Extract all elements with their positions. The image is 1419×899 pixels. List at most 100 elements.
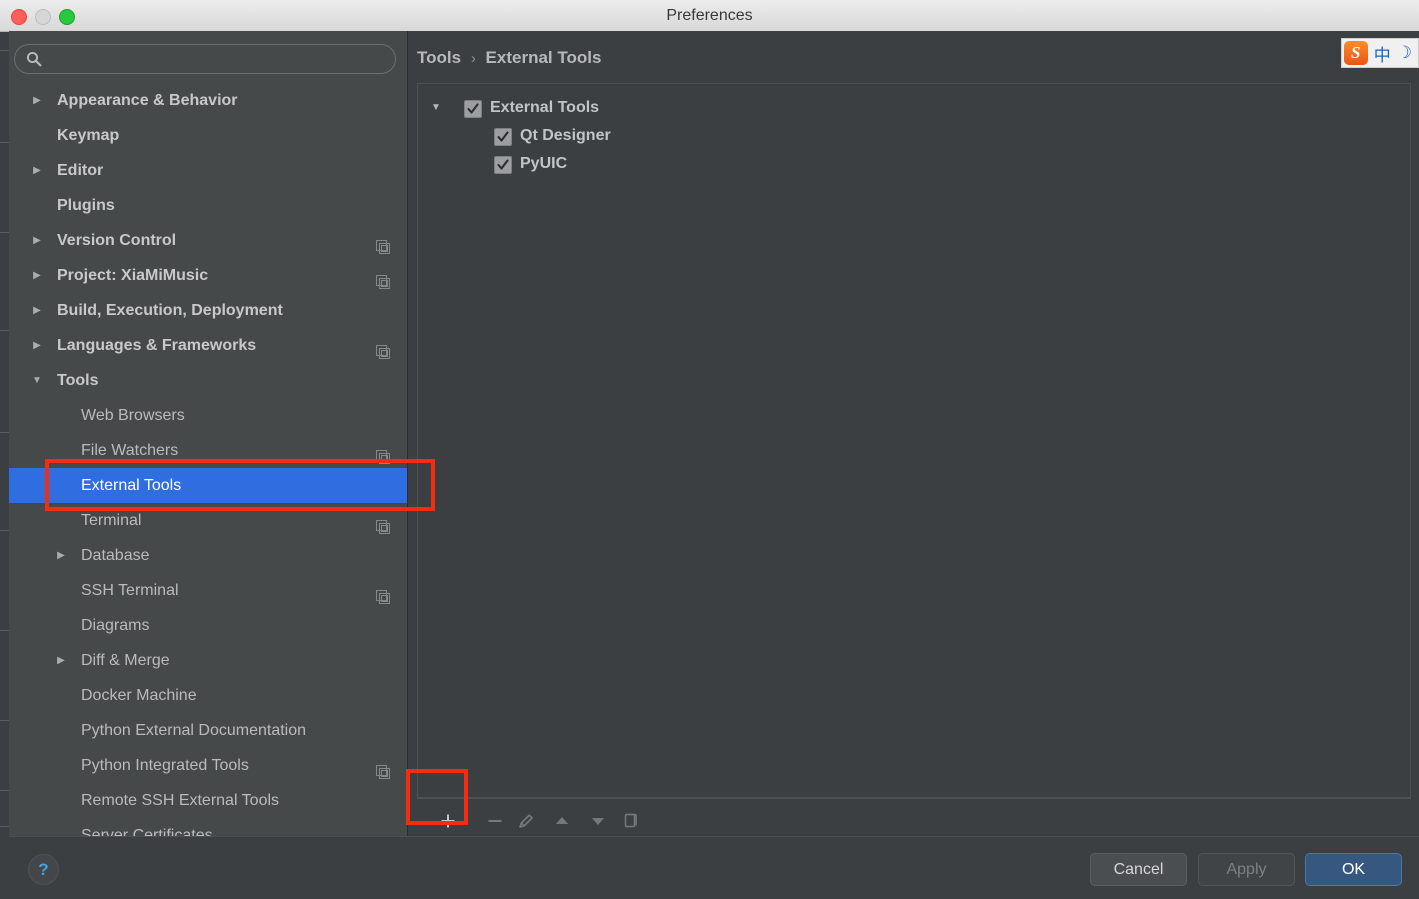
sidebar-item-label: Remote SSH External Tools — [81, 792, 280, 809]
sidebar-item-database[interactable]: ▶ Database — [9, 538, 407, 573]
sidebar-item-editor[interactable]: ▶ Editor — [9, 153, 407, 188]
sidebar-item-label: Server Certificates — [81, 827, 213, 836]
dialog-footer: ? Cancel Apply OK — [9, 837, 1419, 899]
search-input[interactable] — [50, 44, 390, 76]
minus-icon — [486, 812, 504, 835]
chevron-down-icon[interactable]: ▼ — [29, 363, 45, 398]
sidebar-item-appearance-behavior[interactable]: ▶ Appearance & Behavior — [9, 83, 407, 118]
sidebar-item-terminal[interactable]: Terminal — [9, 503, 407, 538]
project-scope-copy-icon — [376, 233, 391, 254]
chevron-right-icon[interactable]: ▶ — [29, 83, 45, 118]
project-scope-copy-icon — [376, 443, 391, 464]
sidebar-item-build-execution-deployment[interactable]: ▶ Build, Execution, Deployment — [9, 293, 407, 328]
tree-row-label: Qt Designer — [520, 127, 611, 144]
apply-button[interactable]: Apply — [1198, 853, 1295, 886]
sidebar-item-keymap[interactable]: Keymap — [9, 118, 407, 153]
background-window-line — [0, 232, 9, 233]
project-scope-copy-icon — [376, 583, 391, 604]
preferences-dialog: Preferences ▶ Appearance & Behavior Keymap… — [0, 0, 1419, 899]
background-window-line — [0, 630, 9, 631]
project-scope-copy-icon — [376, 268, 391, 289]
background-window-line — [0, 530, 9, 531]
settings-content: Tools › External Tools ▼ External Tools Qt… — [407, 31, 1419, 836]
arrow-down-icon — [589, 812, 607, 835]
add-button[interactable] — [433, 808, 463, 838]
sidebar-item-plugins[interactable]: Plugins — [9, 188, 407, 223]
search-container — [14, 44, 396, 76]
tree-row[interactable]: PyUIC — [418, 150, 1410, 178]
sidebar-item-label: Diff & Merge — [81, 652, 170, 669]
sidebar-item-label: File Watchers — [81, 442, 179, 459]
chevron-down-icon[interactable]: ▼ — [428, 94, 444, 122]
sidebar-item-languages-frameworks[interactable]: ▶ Languages & Frameworks — [9, 328, 407, 363]
breadcrumb-separator-icon: › — [470, 50, 476, 67]
breadcrumb-current: External Tools — [485, 48, 602, 67]
sidebar-item-label: Plugins — [57, 197, 115, 214]
plus-icon — [439, 812, 457, 835]
sidebar-item-label: Python Integrated Tools — [81, 757, 249, 774]
sidebar-item-docker-machine[interactable]: Docker Machine — [9, 678, 407, 713]
checkbox-pyuic[interactable] — [494, 156, 512, 174]
sidebar-item-label: Tools — [57, 372, 99, 389]
sidebar-item-label: Build, Execution, Deployment — [57, 302, 283, 319]
checkbox-qt-designer[interactable] — [494, 128, 512, 146]
move-up-button — [547, 808, 577, 838]
sidebar-item-label: Languages & Frameworks — [57, 337, 257, 354]
sidebar-item-label: External Tools — [81, 477, 182, 494]
sidebar-item-ssh-terminal[interactable]: SSH Terminal — [9, 573, 407, 608]
chevron-right-icon[interactable]: ▶ — [53, 643, 69, 678]
sidebar-item-file-watchers[interactable]: File Watchers — [9, 433, 407, 468]
sidebar-item-external-tools[interactable]: External Tools — [9, 468, 407, 503]
chevron-right-icon[interactable]: ▶ — [29, 153, 45, 188]
chevron-right-icon[interactable]: ▶ — [29, 328, 45, 363]
project-scope-copy-icon — [376, 338, 391, 359]
sidebar-item-label: Keymap — [57, 127, 120, 144]
ok-button[interactable]: OK — [1305, 853, 1402, 886]
breadcrumb: Tools › External Tools — [417, 45, 601, 71]
sidebar-item-diagrams[interactable]: Diagrams — [9, 608, 407, 643]
chevron-right-icon[interactable]: ▶ — [29, 258, 45, 293]
cancel-button[interactable]: Cancel — [1090, 853, 1187, 886]
checkbox-external-tools[interactable] — [464, 100, 482, 118]
sidebar-item-python-external-documentation[interactable]: Python External Documentation — [9, 713, 407, 748]
sidebar-item-web-browsers[interactable]: Web Browsers — [9, 398, 407, 433]
moon-icon[interactable]: ☽ — [1397, 43, 1412, 63]
background-window-line — [0, 720, 9, 721]
title-bar: Preferences — [0, 0, 1419, 32]
chevron-right-icon[interactable]: ▶ — [53, 538, 69, 573]
sidebar-item-remote-ssh-external-tools[interactable]: Remote SSH External Tools — [9, 783, 407, 818]
external-tools-tree[interactable]: ▼ External Tools Qt Designer PyUIC — [417, 83, 1411, 798]
sidebar-item-label: Python External Documentation — [81, 722, 307, 739]
background-window-line — [0, 142, 9, 143]
background-window-line — [0, 50, 9, 51]
tree-row-label: External Tools — [490, 99, 600, 116]
sidebar-item-tools[interactable]: ▼ Tools — [9, 363, 407, 398]
ime-indicator[interactable]: S 中 ☽ — [1340, 38, 1419, 68]
ime-chinese-mode-icon[interactable]: 中 — [1374, 41, 1391, 66]
background-window-line — [0, 826, 9, 827]
background-window-strip — [0, 30, 9, 899]
sidebar-item-server-certificates[interactable]: Server Certificates — [9, 818, 407, 836]
sidebar-item-label: Terminal — [81, 512, 142, 529]
sidebar-item-version-control[interactable]: ▶ Version Control — [9, 223, 407, 258]
sidebar-tree: ▶ Appearance & Behavior Keymap ▶ Editor Plugi… — [9, 83, 407, 836]
sidebar-item-label: Editor — [57, 162, 104, 179]
edit-button — [511, 808, 541, 838]
sidebar-item-label: Web Browsers — [81, 407, 185, 424]
sidebar-item-diff-merge[interactable]: ▶ Diff & Merge — [9, 643, 407, 678]
sidebar-item-label: SSH Terminal — [81, 582, 179, 599]
copy-icon — [623, 812, 641, 835]
chevron-right-icon[interactable]: ▶ — [29, 293, 45, 328]
settings-sidebar: ▶ Appearance & Behavior Keymap ▶ Editor Plugi… — [9, 31, 407, 836]
tree-row[interactable]: ▼ External Tools — [418, 94, 1410, 122]
sogou-logo-icon: S — [1343, 41, 1368, 65]
breadcrumb-parent[interactable]: Tools — [417, 48, 461, 67]
sidebar-item-project-xiamimusic[interactable]: ▶ Project: XiaMiMusic — [9, 258, 407, 293]
tree-row[interactable]: Qt Designer — [418, 122, 1410, 150]
sidebar-item-label: Appearance & Behavior — [57, 92, 238, 109]
background-window-line — [0, 432, 9, 433]
chevron-right-icon[interactable]: ▶ — [29, 223, 45, 258]
help-button[interactable]: ? — [28, 854, 59, 885]
sidebar-item-python-integrated-tools[interactable]: Python Integrated Tools — [9, 748, 407, 783]
sidebar-item-label: Diagrams — [81, 617, 150, 634]
